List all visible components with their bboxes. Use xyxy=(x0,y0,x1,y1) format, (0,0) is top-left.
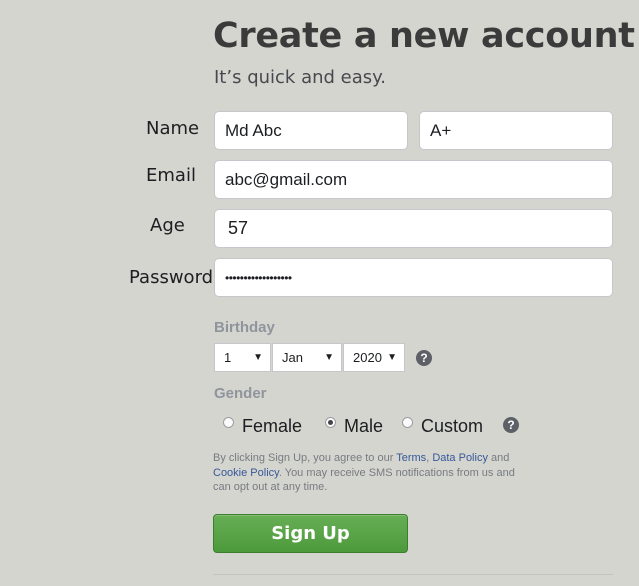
data-policy-link[interactable]: Data Policy xyxy=(432,452,488,464)
age-label: Age xyxy=(150,215,185,236)
caret-down-icon: ▼ xyxy=(387,352,397,363)
radio-custom[interactable] xyxy=(402,417,413,428)
gender-label: Gender xyxy=(214,385,267,402)
caret-down-icon: ▼ xyxy=(253,352,263,363)
gender-help-icon[interactable]: ? xyxy=(503,417,519,433)
age-input[interactable]: 57 xyxy=(214,209,613,248)
divider xyxy=(213,574,613,575)
page-subtitle: It’s quick and easy. xyxy=(214,67,386,88)
birthday-year-value: 2020 xyxy=(353,350,382,365)
radio-female-label[interactable]: Female xyxy=(242,416,302,437)
terms-text: By clicking Sign Up, you agree to our Te… xyxy=(213,451,529,495)
birthday-label: Birthday xyxy=(214,319,275,336)
birthday-month-select[interactable]: Jan ▼ xyxy=(272,343,342,372)
birthday-day-value: 1 xyxy=(224,350,232,365)
email-input[interactable]: abc@gmail.com xyxy=(214,160,613,199)
password-label: Password xyxy=(129,267,214,288)
radio-male[interactable] xyxy=(325,417,336,428)
name-label: Name xyxy=(146,118,200,139)
terms-link[interactable]: Terms xyxy=(396,452,426,464)
birthday-month-value: Jan xyxy=(282,350,303,365)
terms-text-part1: By clicking Sign Up, you agree to our xyxy=(213,452,397,464)
password-input[interactable]: •••••••••••••••••• xyxy=(214,258,613,297)
caret-down-icon: ▼ xyxy=(324,352,334,363)
radio-male-label[interactable]: Male xyxy=(344,416,383,437)
sign-up-button[interactable]: Sign Up xyxy=(213,514,408,553)
page-title: Create a new account xyxy=(213,16,635,56)
radio-female[interactable] xyxy=(223,417,234,428)
email-label: Email xyxy=(146,165,196,186)
birthday-year-select[interactable]: 2020 ▼ xyxy=(343,343,405,372)
birthday-day-select[interactable]: 1 ▼ xyxy=(214,343,271,372)
birthday-help-icon[interactable]: ? xyxy=(416,350,432,366)
last-name-input[interactable]: A+ xyxy=(419,111,613,150)
radio-custom-label[interactable]: Custom xyxy=(421,416,483,437)
first-name-input[interactable]: Md Abc xyxy=(214,111,408,150)
cookie-policy-link[interactable]: Cookie Policy xyxy=(213,467,279,479)
terms-text-part2: and xyxy=(487,452,510,464)
